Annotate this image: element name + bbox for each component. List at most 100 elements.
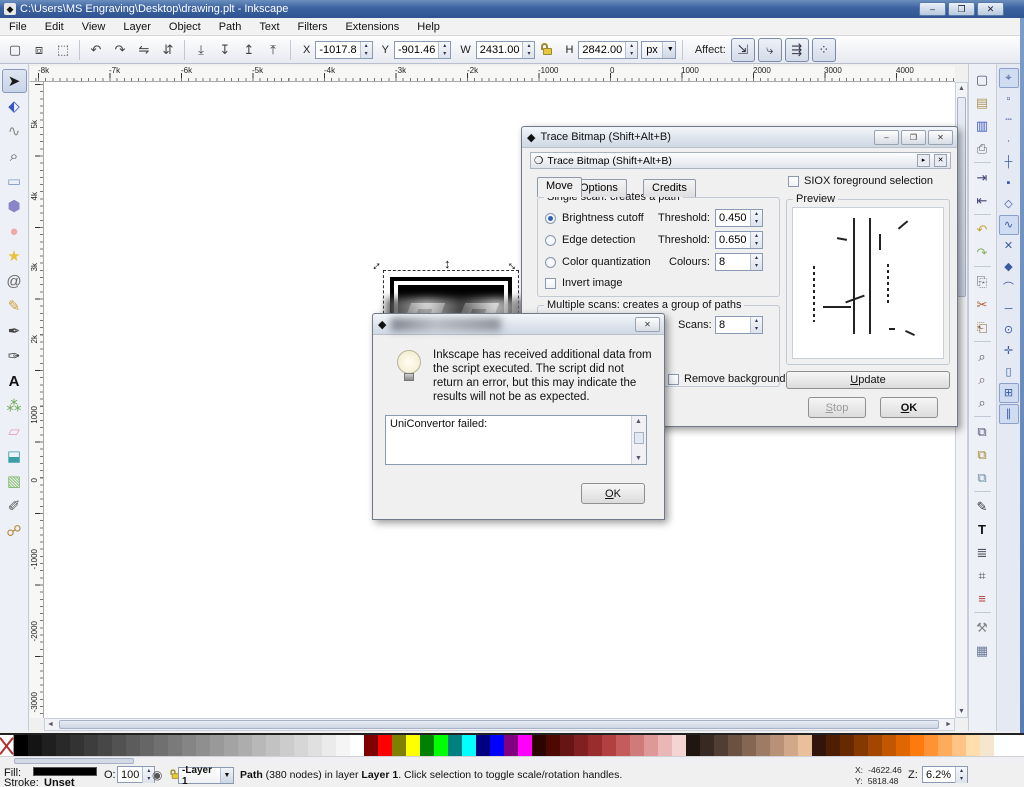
menu-help[interactable]: Help (408, 19, 449, 35)
brightness-cutoff-radio[interactable] (545, 213, 556, 224)
palette-swatch[interactable] (378, 735, 392, 756)
stop-button[interactable]: Stop (808, 397, 866, 418)
spinner-arrows[interactable]: ▴▾ (750, 317, 762, 333)
width-field[interactable]: 2431.00▴▾ (476, 41, 536, 59)
vertical-ruler[interactable]: 5k4k3k2k10000-1000-2000-3000 (30, 82, 44, 718)
pencil-tool-icon[interactable]: ✎ (2, 294, 27, 318)
palette-swatch[interactable] (630, 735, 644, 756)
palette-swatch[interactable] (42, 735, 56, 756)
lock-ratio-icon[interactable] (541, 43, 553, 56)
affect-move-gradients-icon[interactable]: ⁘ (812, 38, 836, 62)
palette-swatch[interactable] (826, 735, 840, 756)
palette-swatch[interactable] (140, 735, 154, 756)
threshold1-spinner[interactable]: 0.450▴▾ (715, 209, 763, 227)
hscroll-thumb[interactable] (59, 720, 939, 729)
palette-swatch[interactable] (406, 735, 420, 756)
ok-button[interactable]: OK (880, 397, 938, 418)
dropdown-arrow-icon[interactable]: ▼ (220, 768, 233, 783)
palette-swatch[interactable] (392, 735, 406, 756)
horizontal-ruler[interactable]: -8k-7k-6k-5k-4k-3k-2k-100001000200030004… (30, 66, 955, 82)
palette-swatch[interactable] (896, 735, 910, 756)
palette-swatch[interactable] (756, 735, 770, 756)
spinner-arrows[interactable]: ▴▾ (955, 767, 967, 783)
cut-icon[interactable]: ✂ (971, 293, 994, 315)
palette-swatch[interactable] (154, 735, 168, 756)
snap-nodes-icon[interactable]: ◇ (999, 194, 1019, 214)
palette-swatch[interactable] (70, 735, 84, 756)
snap-page-border-icon[interactable]: ▯ (999, 362, 1019, 382)
scroll-left-icon[interactable]: ◄ (45, 719, 56, 730)
opacity-spinner[interactable]: 100▴▾ (117, 766, 155, 783)
duplicate-icon[interactable]: ⧉ (971, 420, 994, 442)
colours-spinner[interactable]: 8▴▾ (715, 253, 763, 271)
snap-bbox-centers-icon[interactable]: ▪ (999, 173, 1019, 193)
minimize-button[interactable]: – (874, 130, 899, 145)
gradient-tool-icon[interactable]: ▧ (2, 469, 27, 493)
palette-swatch[interactable] (966, 735, 980, 756)
palette-swatch[interactable] (280, 735, 294, 756)
panel-menu-icon[interactable]: ▸ (917, 154, 930, 167)
palette-swatch[interactable] (714, 735, 728, 756)
palette-swatch[interactable] (700, 735, 714, 756)
spinner-arrows[interactable]: ▴▾ (750, 210, 762, 226)
palette-swatch[interactable] (644, 735, 658, 756)
affect-scale-stroke-icon[interactable]: ⇶ (785, 38, 809, 62)
snap-object-centers-icon[interactable]: ⊙ (999, 320, 1019, 340)
scroll-down-icon[interactable]: ▼ (956, 706, 967, 717)
palette-swatch[interactable] (854, 735, 868, 756)
eraser-tool-icon[interactable]: ▱ (2, 419, 27, 443)
palette-swatch[interactable] (952, 735, 966, 756)
export-image-icon[interactable]: ⇤ (971, 189, 994, 211)
save-document-icon[interactable]: ▥ (971, 114, 994, 136)
scale-handle-n-icon[interactable]: ↕ (444, 256, 451, 271)
palette-swatch[interactable] (420, 735, 434, 756)
layer-dropdown[interactable]: -Layer 1 ▼ (178, 767, 234, 784)
menu-file[interactable]: File (0, 19, 36, 35)
palette-swatch[interactable] (490, 735, 504, 756)
palette-swatch[interactable] (322, 735, 336, 756)
palette-swatch[interactable] (238, 735, 252, 756)
x-field[interactable]: -1017.8▴▾ (315, 41, 372, 59)
restore-button[interactable]: ❐ (901, 130, 926, 145)
deselect-icon[interactable]: ⬚ (52, 39, 74, 61)
palette-swatch[interactable] (266, 735, 280, 756)
raise-icon[interactable]: ↥ (238, 39, 260, 61)
close-button[interactable]: ✕ (635, 317, 660, 332)
menu-edit[interactable]: Edit (36, 19, 73, 35)
menu-view[interactable]: View (73, 19, 115, 35)
palette-swatch[interactable] (56, 735, 70, 756)
palette-swatch[interactable] (518, 735, 532, 756)
palette-swatch[interactable] (252, 735, 266, 756)
import-image-icon[interactable]: ⇥ (971, 166, 994, 188)
scroll-right-icon[interactable]: ► (943, 719, 954, 730)
restore-button[interactable]: ❐ (948, 2, 975, 16)
preferences-icon[interactable]: ⚒ (971, 616, 994, 638)
palette-swatch[interactable] (532, 735, 546, 756)
invert-image-checkbox[interactable] (545, 278, 556, 289)
palette-swatch[interactable] (448, 735, 462, 756)
menu-filters[interactable]: Filters (289, 19, 337, 35)
threshold2-spinner[interactable]: 0.650▴▾ (715, 231, 763, 249)
xml-editor-icon[interactable]: ⌗ (971, 564, 994, 586)
unlink-clone-icon[interactable]: ⧉ (971, 466, 994, 488)
ta-scroll-thumb[interactable] (634, 432, 644, 444)
zoom-to-page-icon[interactable]: ⌕ (971, 391, 994, 413)
menu-path[interactable]: Path (210, 19, 251, 35)
palette-swatch[interactable] (742, 735, 756, 756)
siox-checkbox[interactable] (788, 176, 799, 187)
palette-swatch[interactable] (658, 735, 672, 756)
star-tool-icon[interactable]: ★ (2, 244, 27, 268)
snap-smooth-nodes-icon[interactable]: ⌒ (999, 278, 1019, 298)
palette-swatch[interactable] (770, 735, 784, 756)
open-document-icon[interactable]: ▤ (971, 91, 994, 113)
spinner-arrows[interactable]: ▴▾ (438, 42, 450, 58)
align-distribute-dialog-icon[interactable]: ≡ (971, 587, 994, 609)
menu-object[interactable]: Object (160, 19, 210, 35)
palette-swatch[interactable] (224, 735, 238, 756)
redo-icon[interactable]: ↷ (971, 241, 994, 263)
selector-tool-icon[interactable]: ➤ (2, 69, 27, 93)
palette-swatch[interactable] (476, 735, 490, 756)
menu-layer[interactable]: Layer (114, 19, 160, 35)
palette-swatch[interactable] (84, 735, 98, 756)
copy-icon[interactable]: ⎘ (971, 270, 994, 292)
